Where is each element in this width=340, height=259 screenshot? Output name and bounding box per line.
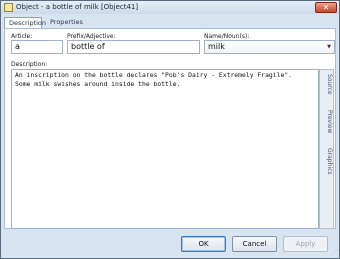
apply-button[interactable]: Apply bbox=[283, 236, 328, 252]
description-label: Description: bbox=[11, 61, 48, 68]
ok-button[interactable]: OK bbox=[181, 236, 226, 252]
resize-grip-icon[interactable]: ⋰ bbox=[331, 249, 337, 256]
close-button[interactable]: ✕ bbox=[315, 2, 337, 13]
tab-properties[interactable]: Properties bbox=[46, 17, 83, 28]
description-line: An inscription on the bottle declares "P… bbox=[15, 71, 293, 79]
prefix-input[interactable]: bottle of bbox=[67, 40, 200, 54]
side-tab-strip: Source Preview Graphics bbox=[319, 69, 334, 229]
prefix-label: Prefix/Adjective: bbox=[67, 33, 116, 40]
name-combo[interactable]: milk ▼ bbox=[204, 40, 335, 54]
description-textarea[interactable]: An inscription on the bottle declares "P… bbox=[11, 69, 319, 229]
side-tab-source[interactable]: Source bbox=[321, 74, 333, 95]
description-line: Some milk swishes around inside the bott… bbox=[15, 80, 181, 88]
chevron-down-icon[interactable]: ▼ bbox=[327, 41, 331, 53]
tab-description[interactable]: Description bbox=[4, 17, 46, 28]
article-input[interactable]: a bbox=[11, 40, 63, 54]
name-combo-value: milk bbox=[208, 42, 225, 51]
name-label: Name/Noun(s): bbox=[204, 33, 250, 40]
object-icon bbox=[4, 3, 13, 12]
dialog-footer: OK Cancel Apply ⋰ bbox=[1, 230, 339, 258]
window-title: Object - a bottle of milk [Object41] bbox=[16, 3, 139, 11]
description-panel: Article: a Prefix/Adjective: bottle of N… bbox=[4, 28, 336, 229]
side-tab-graphics[interactable]: Graphics bbox=[321, 148, 333, 175]
cancel-button[interactable]: Cancel bbox=[232, 236, 277, 252]
title-bar[interactable]: Object - a bottle of milk [Object41] ✕ bbox=[1, 1, 339, 14]
side-tab-preview[interactable]: Preview bbox=[321, 110, 333, 133]
article-label: Article: bbox=[11, 33, 33, 40]
object-editor-window: Object - a bottle of milk [Object41] ✕ D… bbox=[0, 0, 340, 259]
